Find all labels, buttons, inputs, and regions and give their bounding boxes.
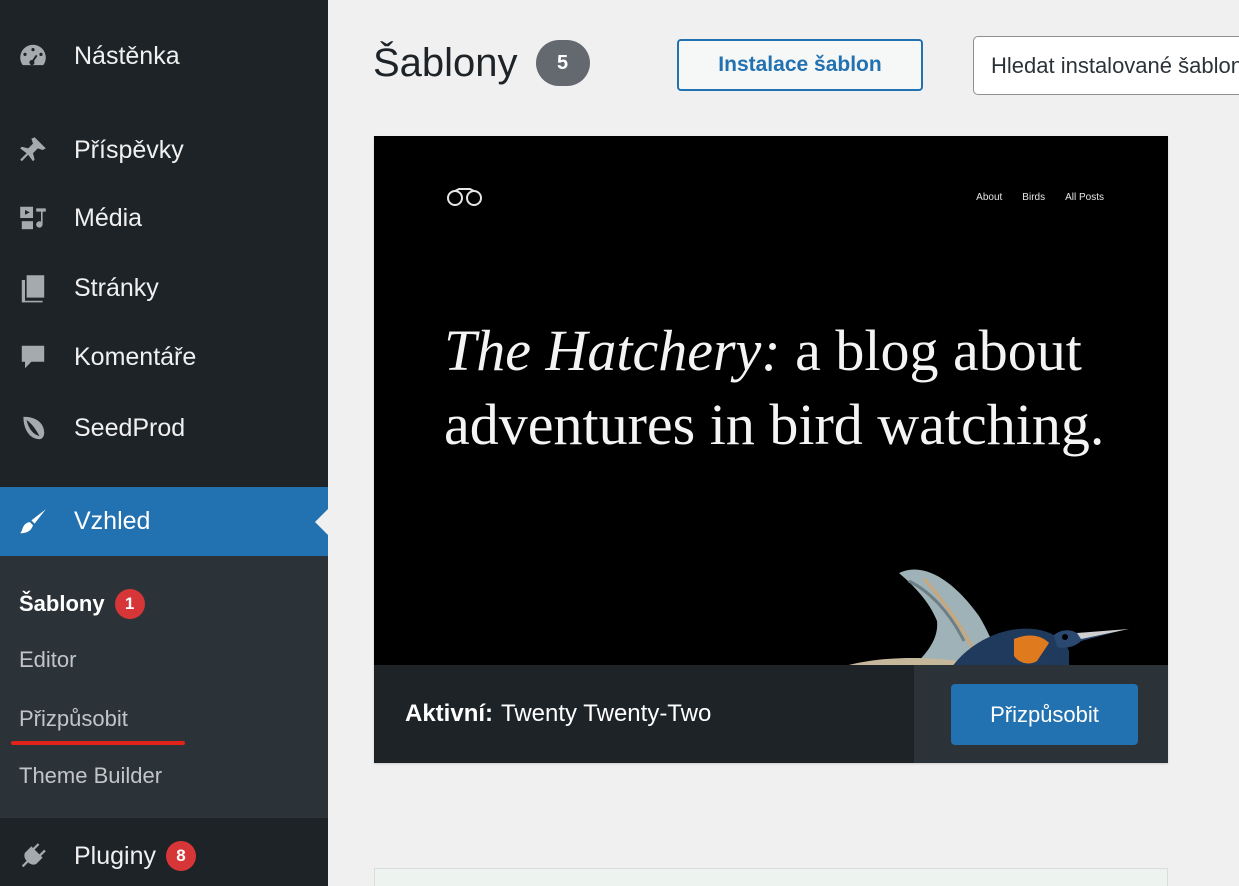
theme-name-text: Twenty Twenty-Two bbox=[501, 700, 712, 727]
sidebar-item-media[interactable]: Média bbox=[0, 188, 328, 248]
pages-icon bbox=[14, 269, 52, 307]
preview-headline-italic: The Hatchery: bbox=[444, 318, 781, 383]
plugin-update-badge: 8 bbox=[166, 841, 196, 871]
sidebar-item-label: Stránky bbox=[74, 273, 159, 302]
preview-headline: The Hatchery: a blog about adventures in… bbox=[444, 314, 1124, 462]
preview-nav-item: About bbox=[976, 192, 1003, 203]
theme-actions: Přizpůsobit bbox=[914, 665, 1168, 763]
submenu-item-label: Přizpůsobit bbox=[19, 706, 128, 731]
theme-screenshot: About Birds All Posts The Hatchery: a bl… bbox=[374, 136, 1168, 665]
theme-count-badge: 5 bbox=[535, 40, 590, 86]
sidebar-item-plugins[interactable]: Pluginy 8 bbox=[0, 826, 328, 886]
admin-sidebar: Nástěnka Příspěvky Média Stránky Komentá… bbox=[0, 0, 328, 886]
submenu-item-customize[interactable]: Přizpůsobit bbox=[19, 706, 128, 732]
appearance-submenu: Šablony 1 Editor Přizpůsobit Theme Build… bbox=[0, 556, 328, 818]
add-new-theme-card[interactable] bbox=[374, 868, 1168, 886]
sidebar-item-label: Nástěnka bbox=[74, 41, 180, 70]
sidebar-item-pages[interactable]: Stránky bbox=[0, 258, 328, 318]
submenu-item-theme-builder[interactable]: Theme Builder bbox=[19, 763, 162, 789]
theme-name: Aktivní: Twenty Twenty-Two bbox=[374, 665, 914, 763]
sidebar-item-label: Příspěvky bbox=[74, 135, 184, 164]
paintbrush-icon bbox=[14, 503, 52, 541]
seedprod-leaf-icon bbox=[14, 409, 52, 447]
active-theme-card[interactable]: About Birds All Posts The Hatchery: a bl… bbox=[374, 136, 1168, 763]
sidebar-item-dashboard[interactable]: Nástěnka bbox=[0, 26, 328, 86]
sidebar-item-label: SeedProd bbox=[74, 413, 186, 442]
sidebar-item-seedprod[interactable]: SeedProd bbox=[0, 398, 328, 458]
customize-button[interactable]: Přizpůsobit bbox=[951, 684, 1138, 745]
page-title: Šablony 5 bbox=[373, 40, 590, 86]
sidebar-item-label: Pluginy bbox=[74, 841, 156, 870]
active-label: Aktivní: bbox=[405, 700, 494, 727]
bird-illustration-icon bbox=[848, 569, 1129, 665]
sidebar-item-posts[interactable]: Příspěvky bbox=[0, 120, 328, 180]
submenu-item-editor[interactable]: Editor bbox=[19, 647, 76, 673]
media-icon bbox=[14, 199, 52, 237]
comment-icon bbox=[14, 338, 52, 376]
theme-info-bar: Aktivní: Twenty Twenty-Two Přizpůsobit bbox=[374, 665, 1168, 763]
install-themes-button[interactable]: Instalace šablon bbox=[677, 39, 923, 91]
search-installed-themes-input[interactable] bbox=[973, 36, 1239, 95]
pin-icon bbox=[14, 131, 52, 169]
annotation-underline-customize bbox=[11, 741, 185, 745]
preview-nav-item: All Posts bbox=[1065, 192, 1104, 203]
submenu-item-themes[interactable]: Šablony 1 bbox=[19, 589, 145, 619]
active-menu-notch bbox=[315, 508, 328, 535]
dashboard-icon bbox=[14, 37, 52, 75]
plugin-icon bbox=[14, 837, 52, 875]
update-count-badge: 1 bbox=[114, 589, 145, 619]
preview-nav-item: Birds bbox=[1022, 192, 1046, 203]
sidebar-item-label: Média bbox=[74, 203, 143, 232]
sidebar-item-label: Vzhled bbox=[74, 507, 151, 535]
submenu-item-label: Šablony bbox=[19, 591, 105, 616]
sidebar-item-label: Komentáře bbox=[74, 342, 197, 371]
binoculars-logo-icon bbox=[447, 188, 482, 206]
submenu-item-label: Theme Builder bbox=[19, 763, 163, 788]
submenu-item-label: Editor bbox=[19, 647, 77, 672]
page-title-text: Šablony bbox=[373, 40, 518, 85]
sidebar-item-comments[interactable]: Komentáře bbox=[0, 327, 328, 387]
sidebar-item-appearance[interactable]: Vzhled bbox=[0, 487, 328, 556]
preview-nav: About Birds All Posts bbox=[976, 192, 1104, 203]
